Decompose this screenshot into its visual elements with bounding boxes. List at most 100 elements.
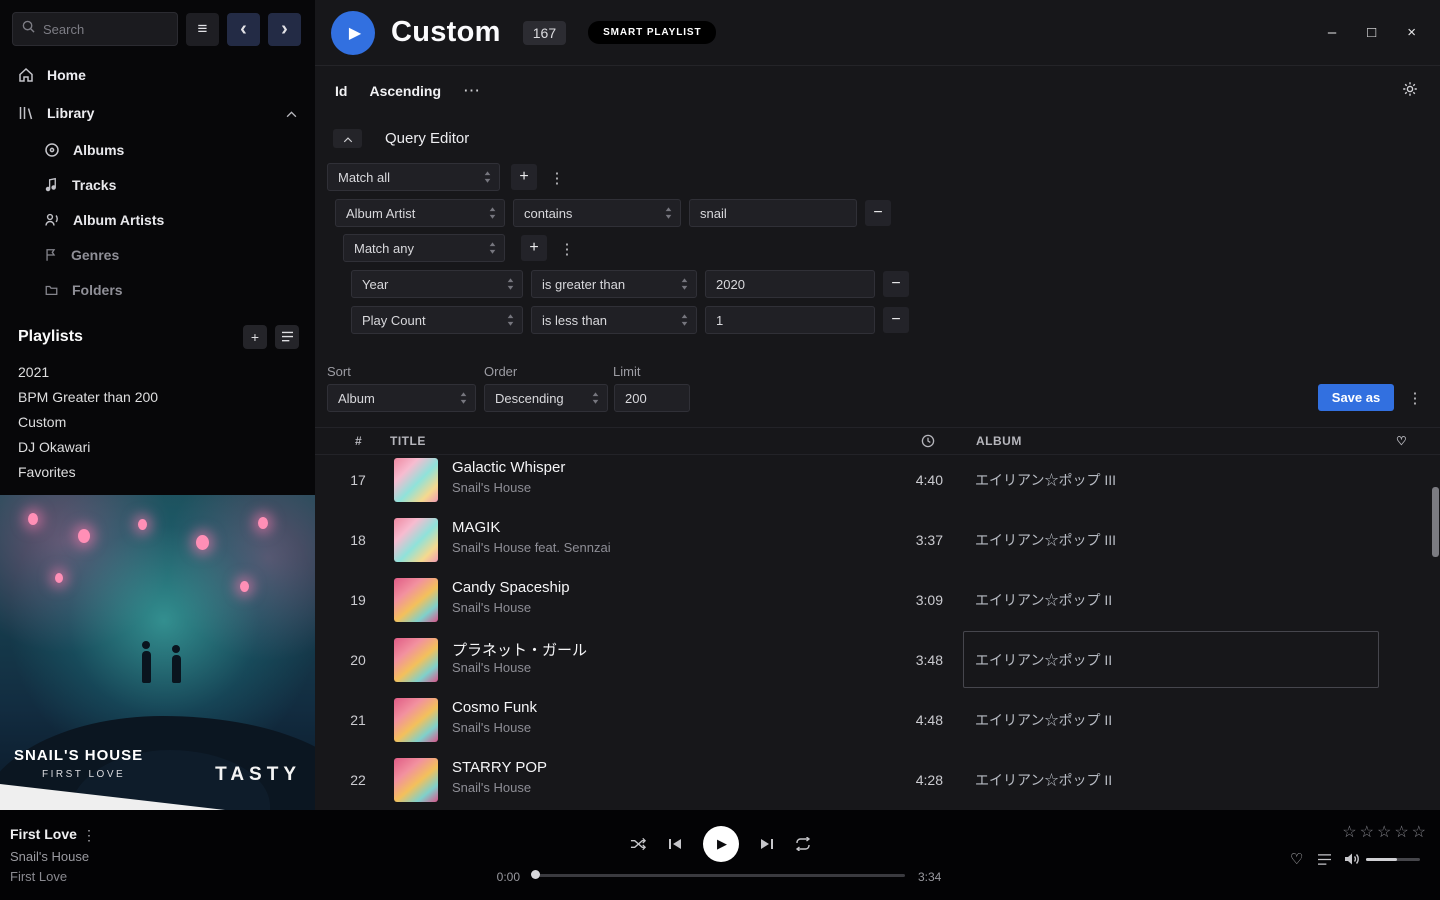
minimize-button[interactable]: – <box>1328 24 1336 41</box>
rule-value-input[interactable] <box>689 199 857 227</box>
queue-icon[interactable] <box>1317 853 1332 866</box>
sort-field-control[interactable]: Id <box>335 83 347 99</box>
star-icon[interactable]: ☆ <box>1394 822 1408 842</box>
rule-operator-dropdown[interactable]: is greater than <box>531 270 697 298</box>
rule-field-dropdown[interactable]: Play Count <box>351 306 523 334</box>
playlist-name: Custom <box>18 414 66 430</box>
previous-track-icon[interactable] <box>668 838 682 850</box>
sidebar-item-album-artists[interactable]: Album Artists <box>0 202 315 237</box>
scrollbar-thumb[interactable] <box>1432 487 1439 557</box>
track-row[interactable]: 17 Galactic Whisper Snail's House 4:40 エ… <box>315 450 1432 510</box>
kebab-icon[interactable]: ⋮ <box>1407 389 1423 407</box>
sort-dropdown[interactable]: Album <box>327 384 476 412</box>
sidebar-item-folders[interactable]: Folders <box>0 272 315 307</box>
remove-rule-button[interactable]: − <box>865 200 891 226</box>
lantern-decor <box>138 519 147 530</box>
add-playlist-button[interactable]: + <box>243 325 267 349</box>
kebab-icon[interactable]: ⋮ <box>549 169 565 187</box>
play-icon: ▶ <box>717 836 727 852</box>
kebab-icon[interactable]: ⋮ <box>559 240 575 258</box>
dropdown-value: Year <box>362 277 388 292</box>
save-as-button[interactable]: Save as <box>1318 384 1394 411</box>
sidebar-item-label: Album Artists <box>73 212 164 228</box>
nav-back-button[interactable]: ‹ <box>227 13 260 46</box>
track-duration: 3:48 <box>855 630 943 690</box>
track-row[interactable]: 22 STARRY POP Snail's House 4:28 エイリアン☆ポ… <box>315 750 1432 810</box>
track-duration: 4:28 <box>855 750 943 810</box>
gear-icon[interactable] <box>1402 81 1418 102</box>
artwork-corner-ribbon <box>0 784 225 810</box>
sidebar-item-label: Tracks <box>72 177 116 193</box>
track-row[interactable]: 21 Cosmo Funk Snail's House 4:48 エイリアン☆ポ… <box>315 690 1432 750</box>
track-album: エイリアン☆ポップ III <box>975 510 1116 570</box>
rule-operator-dropdown[interactable]: is less than <box>531 306 697 334</box>
volume-slider[interactable] <box>1366 858 1420 861</box>
chevron-up-icon[interactable] <box>286 105 297 121</box>
playlist-item[interactable]: Favorites <box>0 459 315 484</box>
heart-icon[interactable]: ♡ <box>1290 850 1303 868</box>
star-icon[interactable]: ☆ <box>1342 822 1356 842</box>
track-row[interactable]: 20 プラネット・ガール Snail's House 3:48 エイリアン☆ポッ… <box>315 630 1432 690</box>
star-icon[interactable]: ☆ <box>1412 822 1426 842</box>
playlist-item[interactable]: 2021 <box>0 359 315 384</box>
playlist-name: Favorites <box>18 464 76 480</box>
next-track-icon[interactable] <box>760 838 774 850</box>
chevron-up-icon <box>343 130 353 148</box>
track-row[interactable]: 18 MAGIK Snail's House feat. Sennzai 3:3… <box>315 510 1432 570</box>
track-thumbnail <box>394 458 438 502</box>
now-playing-artwork[interactable]: SNAIL'S HOUSE FIRST LOVE TASTY <box>0 495 315 810</box>
playlist-item[interactable]: DJ Okawari <box>0 434 315 459</box>
smart-playlist-badge: SMART PLAYLIST <box>588 21 716 44</box>
sidebar-item-library[interactable]: Library <box>0 94 315 132</box>
playlist-item[interactable]: BPM Greater than 200 <box>0 384 315 409</box>
sidebar-item-genres[interactable]: Genres <box>0 237 315 272</box>
playlist-item[interactable]: Custom <box>0 409 315 434</box>
lantern-decor <box>28 513 38 525</box>
hamburger-icon: ≡ <box>198 19 208 39</box>
seek-knob[interactable] <box>531 870 540 879</box>
ellipsis-icon[interactable]: ⋯ <box>463 81 480 101</box>
limit-input[interactable] <box>614 384 690 412</box>
track-title: Galactic Whisper <box>452 459 565 476</box>
search-box[interactable] <box>12 12 178 46</box>
menu-button[interactable]: ≡ <box>186 13 219 46</box>
add-rule-button[interactable]: + <box>521 235 547 261</box>
query-editor-collapse-button[interactable] <box>333 129 362 148</box>
main-content: ▶ Custom 167 SMART PLAYLIST – □ × Id Asc… <box>315 0 1440 810</box>
sidebar: ≡ ‹ › Home Library Albums <box>0 0 315 810</box>
updown-arrows-icon <box>665 207 672 219</box>
add-rule-button[interactable]: + <box>511 164 537 190</box>
maximize-button[interactable]: □ <box>1367 24 1376 41</box>
rule-operator-dropdown[interactable]: contains <box>513 199 681 227</box>
seek-bar[interactable] <box>535 874 905 877</box>
sidebar-item-tracks[interactable]: Tracks <box>0 167 315 202</box>
play-playlist-button[interactable]: ▶ <box>331 11 375 55</box>
rule-value-input[interactable] <box>705 306 875 334</box>
match-any-dropdown[interactable]: Match any <box>343 234 505 262</box>
sidebar-item-home[interactable]: Home <box>0 56 315 94</box>
playlist-menu-button[interactable] <box>275 325 299 349</box>
rule-value-input[interactable] <box>705 270 875 298</box>
track-row[interactable]: 19 Candy Spaceship Snail's House 3:09 エイ… <box>315 570 1432 630</box>
match-all-dropdown[interactable]: Match all <box>327 163 500 191</box>
kebab-icon[interactable]: ⋮ <box>82 827 96 844</box>
nav-forward-button[interactable]: › <box>268 13 301 46</box>
rule-field-dropdown[interactable]: Year <box>351 270 523 298</box>
star-icon[interactable]: ☆ <box>1377 822 1391 842</box>
now-playing-artist: Snail's House <box>10 849 89 864</box>
volume-icon[interactable] <box>1344 852 1360 866</box>
play-pause-button[interactable]: ▶ <box>703 826 739 862</box>
rule-field-dropdown[interactable]: Album Artist <box>335 199 505 227</box>
star-icon[interactable]: ☆ <box>1360 822 1374 842</box>
playlists-title: Playlists <box>18 328 83 346</box>
repeat-icon[interactable] <box>795 837 811 851</box>
remove-rule-button[interactable]: − <box>883 271 909 297</box>
order-dropdown[interactable]: Descending <box>484 384 608 412</box>
track-artist: Snail's House <box>452 660 531 675</box>
disc-icon <box>44 142 60 158</box>
sidebar-item-albums[interactable]: Albums <box>0 132 315 167</box>
shuffle-icon[interactable] <box>630 837 647 851</box>
remove-rule-button[interactable]: − <box>883 307 909 333</box>
sort-direction-control[interactable]: Ascending <box>369 83 441 99</box>
close-button[interactable]: × <box>1407 24 1416 41</box>
